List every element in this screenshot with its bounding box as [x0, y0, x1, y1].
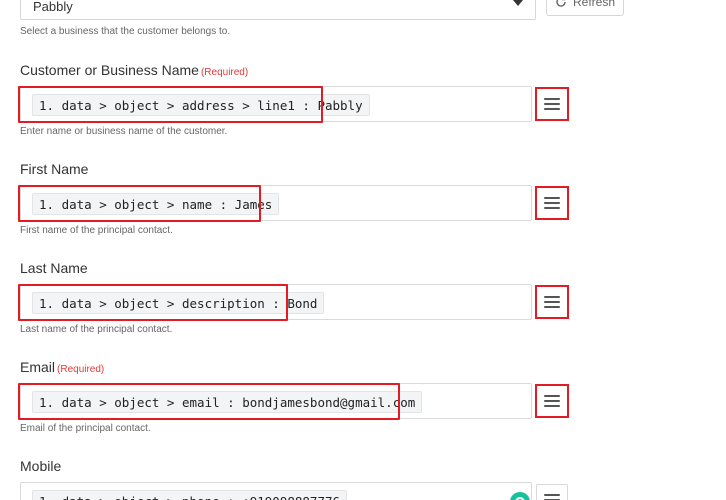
mobile-label-text: Mobile	[20, 458, 62, 474]
first-name-label-text: First Name	[20, 161, 89, 177]
highlight-box	[18, 86, 323, 123]
last-name-label: Last Name	[20, 260, 88, 276]
refresh-icon	[555, 0, 567, 8]
last-name-label-text: Last Name	[20, 260, 88, 276]
refresh-label: Refresh	[572, 0, 616, 9]
last-name-help-text: Last name of the principal contact.	[20, 324, 173, 335]
business-help-text: Select a business that the customer belo…	[20, 26, 231, 37]
highlight-box	[18, 284, 288, 321]
email-label-text: Email	[20, 359, 56, 375]
customer-name-label-text: Customer or Business Name	[20, 62, 199, 78]
mapped-value-tag[interactable]: 1. data > object > phone : +919098887776	[32, 490, 348, 500]
mobile-label: Mobile	[20, 458, 61, 474]
refresh-button[interactable]: Refresh	[546, 0, 624, 16]
customer-name-label: Customer or Business Name (Required)	[20, 62, 248, 78]
required-indicator: (Required)	[57, 364, 105, 375]
first-name-help-text: First name of the principal contact.	[20, 225, 173, 236]
customer-form: Pabbly Refresh Select a business that th…	[0, 0, 726, 500]
first-name-label: First Name	[20, 161, 88, 177]
email-label: Email (Required)	[20, 359, 104, 375]
field-menu-button[interactable]	[536, 484, 568, 500]
business-select[interactable]: Pabbly	[20, 0, 536, 20]
required-indicator: (Required)	[200, 67, 249, 78]
menu-highlight-box	[535, 285, 569, 319]
caret-down-icon	[513, 0, 523, 6]
mobile-field[interactable]: 1. data > object > phone : +919098887776	[20, 482, 532, 500]
menu-highlight-box	[535, 87, 569, 121]
menu-highlight-box	[535, 384, 569, 418]
customer-name-help-text: Enter name or business name of the custo…	[20, 126, 228, 137]
highlight-box	[18, 185, 261, 222]
email-help-text: Email of the principal contact.	[20, 423, 151, 434]
business-select-value: Pabbly	[33, 0, 73, 14]
highlight-box	[18, 383, 400, 420]
menu-highlight-box	[535, 186, 569, 220]
hamburger-menu-icon	[544, 494, 560, 500]
